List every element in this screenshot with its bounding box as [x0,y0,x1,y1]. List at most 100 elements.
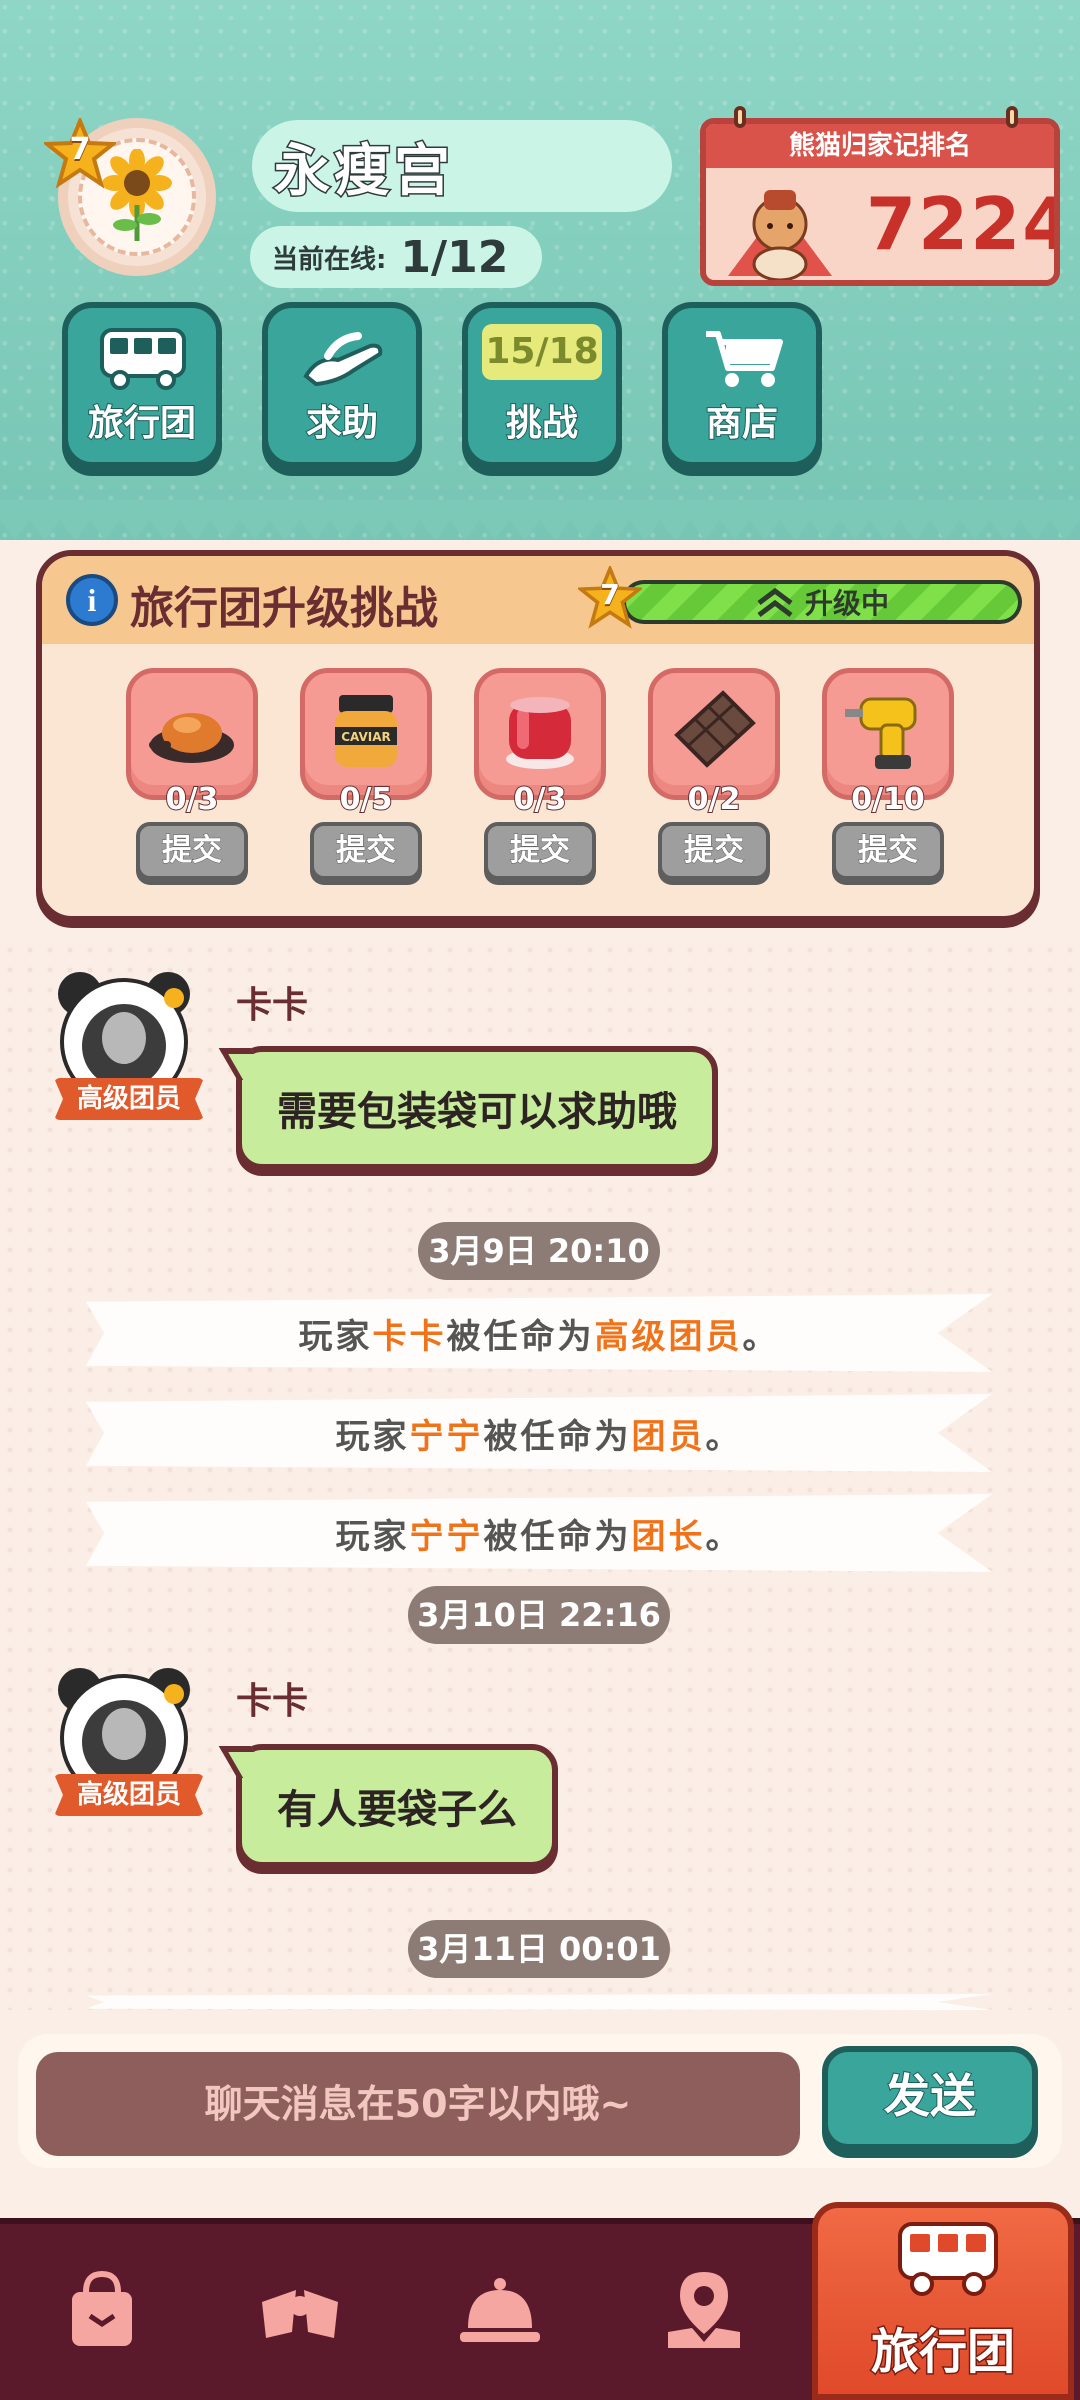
ranking-title: 熊猫归家记排名 [706,124,1054,168]
item-count: 0/10 [850,781,926,818]
calendar-ring [1006,106,1018,128]
nav-active-label: 旅行团 [869,2323,1016,2382]
system-text: 。 [705,1516,743,1557]
system-text: 被任命为 [446,1316,595,1357]
chat-username: 卡卡 [236,1681,309,1722]
system-player-name: 宁宁 [409,1516,484,1557]
nav-service[interactable] [452,2262,548,2358]
caviar-jar-icon: CAVIAR [335,695,397,767]
team-name-bar: 永瘦宫 [252,120,672,212]
member-rank-tag: 高级团员 [54,1774,204,1816]
system-notice: 玩家 卡卡 被任命为 高级团员。 [86,1294,992,1372]
system-text: 。 [705,1416,743,1457]
svg-text:CAVIAR: CAVIAR [341,730,391,744]
ranking-card[interactable]: 熊猫归家记排名 7224 [700,118,1060,286]
online-count-bar: 当前在线: 1/12 [250,226,542,288]
help-hand-icon [303,332,383,387]
chat-input-row: 发送 [18,2034,1062,2168]
upgrade-challenge-panel: i 旅行团升级挑战 升级中 7 0/3 提交 CAVIAR 0/5 提交 0/3… [36,550,1040,922]
shop-button[interactable]: 商店 [662,302,822,468]
level-star-badge: 7 [41,115,119,190]
chat-feed[interactable]: 高级团员 卡卡 需要包装袋可以求助哦 3月9日 20:10 玩家 卡卡 被任命为 高级… [0,940,1080,2010]
chat-message-text: 需要包装袋可以求助哦 [277,1089,677,1135]
submit-button[interactable]: 提交 [310,822,422,880]
time-stamp: 3月10日 22:16 [408,1586,670,1644]
online-label: 当前在线: [272,244,387,275]
time-stamp: 3月11日 00:01 [408,1920,670,1978]
item-count: 0/5 [339,781,394,818]
system-role: 团长 [631,1516,706,1557]
upgrade-level: 7 [600,578,620,611]
upgrade-level-star: 7 [575,563,645,630]
item-count: 0/3 [513,781,568,818]
upgrade-title: 旅行团升级挑战 [130,583,438,634]
nav-shop[interactable] [54,2262,150,2358]
item-slot-caviar[interactable]: CAVIAR [300,668,432,800]
system-notice: 玩家 宁宁 被任命为 团长。 [86,1494,992,1572]
shopping-bag-icon [72,2270,132,2346]
drill-icon [845,697,917,769]
chat-username: 卡卡 [236,985,309,1026]
travel-group-button[interactable]: 旅行团 [62,302,222,468]
system-text: 玩家 [335,1416,410,1457]
cart-icon [706,331,783,387]
nav-gift[interactable] [252,2262,348,2358]
system-role: 团员 [631,1416,706,1457]
system-text: 被任命为 [483,1516,632,1557]
ranking-value: 7224 [866,182,1060,266]
submit-button[interactable]: 提交 [136,822,248,880]
upgrade-status: 升级中 [804,587,889,620]
item-count: 0/2 [687,781,742,818]
system-player-name: 卡卡 [372,1316,447,1357]
system-notice: 玩家 宁宁 被任命为 团员。 [86,1394,992,1472]
item-slot-roast[interactable] [126,668,258,800]
map-pin-icon [668,2272,740,2348]
item-slot-drill[interactable] [822,668,954,800]
submit-button[interactable]: 提交 [484,822,596,880]
bear-chef-icon [728,190,832,280]
double-chevron-up-icon [757,587,793,617]
time-stamp: 3月9日 20:10 [418,1222,660,1280]
item-slot-chocolate[interactable] [648,668,780,800]
jelly-icon [506,697,574,769]
chat-bubble: 需要包装袋可以求助哦 [236,1046,718,1170]
travel-group-label: 旅行团 [87,402,197,445]
challenge-label: 挑战 [505,402,579,445]
chat-input[interactable] [36,2052,800,2156]
upgrade-progress-fill: 升级中 [626,584,1018,620]
system-notice-partial [86,1994,992,2010]
header-zigzag-edge [0,500,1080,540]
gift-bow-icon [262,2290,338,2338]
roast-dish-icon [149,713,234,763]
item-count: 0/3 [165,781,220,818]
chat-message-text: 有人要袋子么 [277,1787,517,1833]
shop-label: 商店 [705,402,779,445]
service-bell-icon [460,2278,540,2342]
help-label: 求助 [305,402,379,445]
system-text: 。 [742,1316,780,1357]
chat-bubble: 有人要袋子么 [236,1744,558,1868]
nav-map[interactable] [656,2262,752,2358]
system-role: 高级团员 [594,1316,743,1357]
team-level: 7 [69,132,91,167]
nav-travel-group-active[interactable]: 旅行团 [812,2202,1074,2400]
system-player-name: 宁宁 [409,1416,484,1457]
system-text: 玩家 [335,1516,410,1557]
calendar-ring [734,106,746,128]
info-icon[interactable]: i [66,574,118,626]
item-slot-jelly[interactable] [474,668,606,800]
upgrade-progress-bar: 升级中 [622,580,1022,624]
submit-button[interactable]: 提交 [832,822,944,880]
help-button[interactable]: 求助 [262,302,422,468]
online-value: 1/12 [400,231,509,283]
challenge-progress: 15/18 [482,324,602,380]
challenge-button[interactable]: 15/18 挑战 [462,302,622,468]
submit-button[interactable]: 提交 [658,822,770,880]
team-name: 永瘦宫 [273,137,454,205]
system-text: 被任命为 [483,1416,632,1457]
system-text: 玩家 [298,1316,373,1357]
bus-icon [898,2222,998,2296]
send-button[interactable]: 发送 [822,2046,1038,2150]
bus-icon [100,328,186,390]
chocolate-bar-icon [674,690,756,768]
